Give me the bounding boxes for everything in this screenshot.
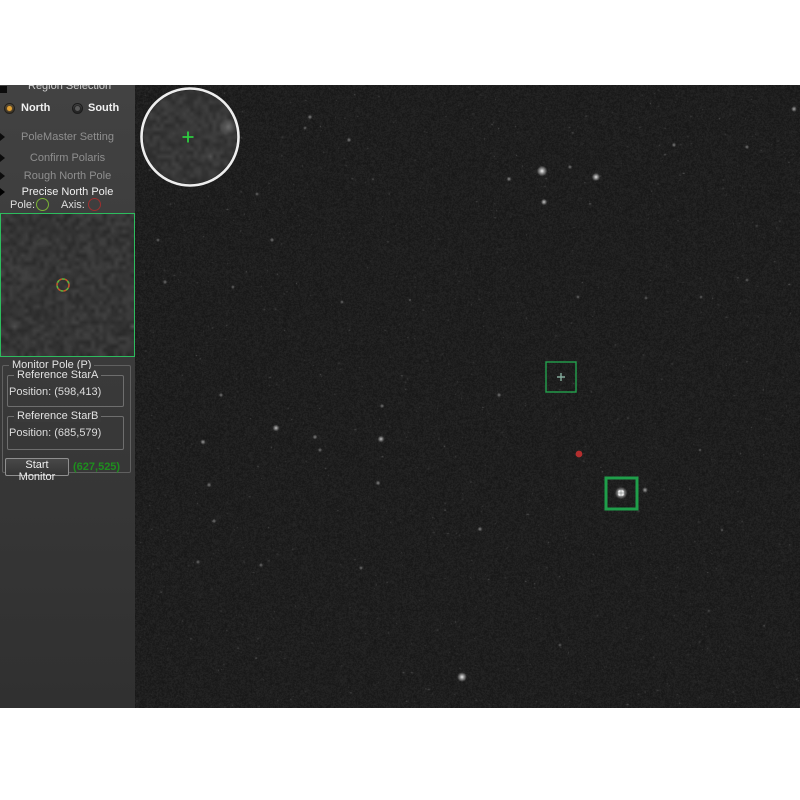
reference-star-a-title: Reference StarA [14,369,101,381]
menu-item-confirm-polaris[interactable]: Confirm Polaris [0,151,135,165]
pole-coordinates-readout: (627,525) [73,461,120,473]
north-radio[interactable] [5,104,14,113]
start-monitor-button[interactable]: Start Monitor [5,458,69,476]
axis-legend-circle-icon [88,198,101,211]
pole-marker-overlay [1,214,134,356]
menu-item-polemaster-setting[interactable]: PoleMaster Setting [0,130,135,144]
starfield-canvas[interactable] [135,85,800,708]
pole-zoom-preview[interactable] [0,213,135,357]
sidebar: Region Selection North South PoleMaster … [0,85,135,708]
reference-star-b-title: Reference StarB [14,410,101,422]
menu-item-rough-north-pole[interactable]: Rough North Pole [0,169,135,183]
reference-star-b-position: Position: (685,579) [9,427,101,439]
south-radio-label[interactable]: South [88,102,119,114]
app-content: Region Selection North South PoleMaster … [0,85,800,708]
axis-legend-label: Axis: [61,199,85,211]
menu-item-precise-north-pole[interactable]: Precise North Pole [0,185,135,199]
pole-legend-circle-icon [36,198,49,211]
app-window: Region Selection North South PoleMaster … [0,0,800,800]
starfield-view [135,85,800,708]
north-radio-label[interactable]: North [21,102,50,114]
south-radio[interactable] [73,104,82,113]
pole-legend-label: Pole: [10,199,35,211]
expander-region-icon[interactable] [0,86,7,93]
reference-star-a-position: Position: (598,413) [9,386,101,398]
region-selection-title: Region Selection [28,85,111,92]
